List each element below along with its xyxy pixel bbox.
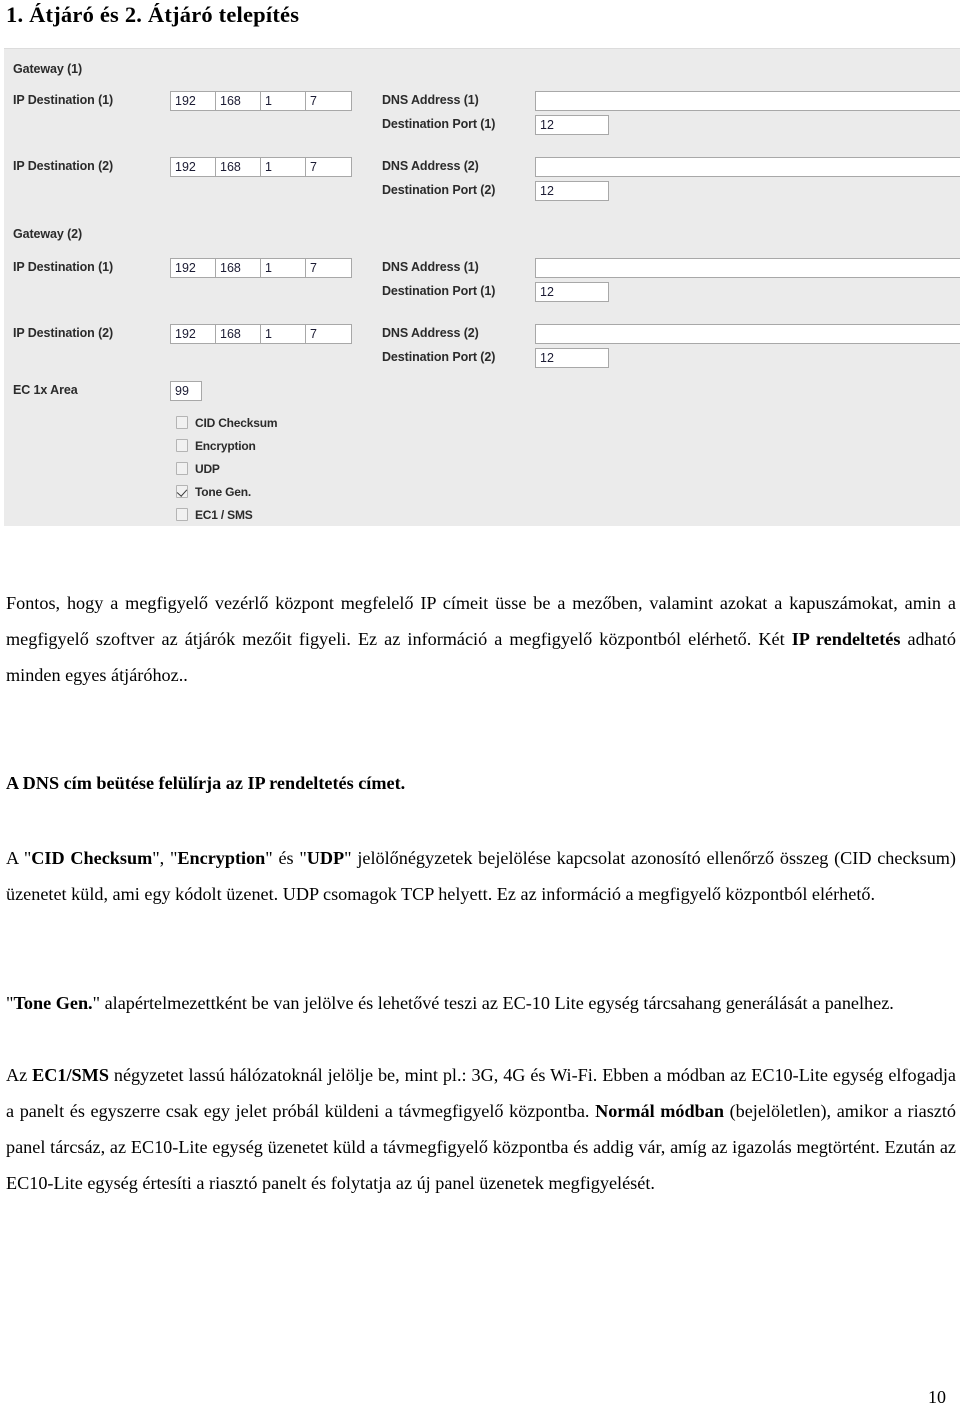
octet-3[interactable]: 1 [261, 158, 306, 176]
ec-1x-area-label: EC 1x Area [13, 383, 78, 397]
octet-4[interactable]: 7 [306, 259, 351, 277]
gateway-config-screenshot: Gateway (1) IP Destination (1) 192 168 1… [4, 48, 960, 526]
p5-bold-normal-mode: Normál módban [595, 1101, 724, 1121]
gateway-1-dns-address-1-label: DNS Address (1) [382, 93, 479, 107]
tone-gen-label: Tone Gen. [195, 484, 251, 499]
gateway-2-dns-address-1-input[interactable] [535, 258, 960, 278]
octet-1[interactable]: 192 [171, 325, 216, 343]
gateway-2-destination-port-1-input[interactable]: 12 [535, 282, 609, 302]
tone-gen-checkbox-icon[interactable] [176, 485, 188, 498]
gateway-2-dns-address-2-input[interactable] [535, 324, 960, 344]
octet-2[interactable]: 168 [216, 92, 261, 110]
gateway-1-dns-address-2-input[interactable] [535, 157, 960, 177]
udp-checkbox-icon[interactable] [176, 462, 188, 475]
gateway-2-group-title: Gateway (2) [13, 227, 83, 241]
octet-2[interactable]: 168 [216, 325, 261, 343]
paragraph-intro-bold-1: IP rendeltetés [791, 629, 901, 649]
gateway-2-ip-destination-2-field[interactable]: 192 168 1 7 [170, 324, 352, 344]
gateway-2-dns-address-1-label: DNS Address (1) [382, 260, 479, 274]
gateway-1-destination-port-1-label: Destination Port (1) [382, 117, 496, 131]
ec-1x-area-input[interactable]: 99 [170, 381, 202, 401]
udp-label: UDP [195, 461, 220, 476]
octet-4[interactable]: 7 [306, 92, 351, 110]
octet-1[interactable]: 192 [171, 259, 216, 277]
octet-3[interactable]: 1 [261, 325, 306, 343]
p5-bold-ec1-sms: EC1/SMS [32, 1065, 109, 1085]
encryption-label: Encryption [195, 438, 256, 453]
checkbox-row-ec1-sms[interactable]: EC1 / SMS [176, 507, 253, 522]
p3-text-1: A " [6, 848, 32, 868]
p3-bold-udp: UDP [306, 848, 345, 868]
gateway-2-destination-port-2-input[interactable]: 12 [535, 348, 609, 368]
ec1-sms-checkbox-icon[interactable] [176, 508, 188, 521]
gateway-1-destination-port-2-input[interactable]: 12 [535, 181, 609, 201]
p3-bold-cid-checksum: CID Checksum [31, 848, 153, 868]
p4-text-2: " alapértelmezettként be van jelölve és … [92, 993, 894, 1013]
gateway-2-dns-address-2-label: DNS Address (2) [382, 326, 479, 340]
paragraph-tone-gen: "Tone Gen." alapértelmezettként be van j… [6, 985, 956, 1021]
gateway-1-dns-address-1-input[interactable] [535, 91, 960, 111]
encryption-checkbox-icon[interactable] [176, 439, 188, 452]
checkbox-row-cid-checksum[interactable]: CID Checksum [176, 415, 277, 430]
p3-text-2: ", " [152, 848, 178, 868]
gateway-1-ip-destination-1-label: IP Destination (1) [13, 93, 114, 107]
page-number: 10 [928, 1387, 946, 1407]
p3-text-3: " és " [265, 848, 307, 868]
cid-checksum-label: CID Checksum [195, 415, 278, 430]
gateway-1-destination-port-2-label: Destination Port (2) [382, 183, 496, 197]
gateway-1-ip-destination-2-label: IP Destination (2) [13, 159, 114, 173]
octet-1[interactable]: 192 [171, 92, 216, 110]
gateway-2-ip-destination-1-field[interactable]: 192 168 1 7 [170, 258, 352, 278]
gateway-1-dns-address-2-label: DNS Address (2) [382, 159, 479, 173]
cid-checksum-checkbox-icon[interactable] [176, 416, 188, 429]
gateway-1-destination-port-1-input[interactable]: 12 [535, 115, 609, 135]
paragraph-dns-note-bold: A DNS cím beütése felülírja az IP rendel… [6, 773, 406, 793]
checkbox-row-udp[interactable]: UDP [176, 461, 220, 476]
octet-3[interactable]: 1 [261, 92, 306, 110]
octet-1[interactable]: 192 [171, 158, 216, 176]
checkbox-row-encryption[interactable]: Encryption [176, 438, 256, 453]
gateway-2-destination-port-2-label: Destination Port (2) [382, 350, 496, 364]
gateway-1-ip-destination-1-field[interactable]: 192 168 1 7 [170, 91, 352, 111]
octet-3[interactable]: 1 [261, 259, 306, 277]
gateway-2-ip-destination-1-label: IP Destination (1) [13, 260, 114, 274]
p3-bold-encryption: Encryption [177, 848, 266, 868]
octet-4[interactable]: 7 [306, 158, 351, 176]
gateway-2-destination-port-1-label: Destination Port (1) [382, 284, 496, 298]
paragraph-intro: Fontos, hogy a megfigyelő vezérlő közpon… [6, 585, 956, 693]
p4-bold-tone-gen: Tone Gen. [13, 993, 93, 1013]
p5-text-1: Az [6, 1065, 33, 1085]
gateway-1-group-title: Gateway (1) [13, 62, 83, 76]
octet-2[interactable]: 168 [216, 259, 261, 277]
paragraph-ec1-sms: Az EC1/SMS négyzetet lassú hálózatoknál … [6, 1057, 956, 1201]
gateway-2-ip-destination-2-label: IP Destination (2) [13, 326, 114, 340]
ec1-sms-label: EC1 / SMS [195, 507, 253, 522]
checkbox-row-tone-gen[interactable]: Tone Gen. [176, 484, 251, 499]
octet-4[interactable]: 7 [306, 325, 351, 343]
gateway-1-ip-destination-2-field[interactable]: 192 168 1 7 [170, 157, 352, 177]
paragraph-dns-note: A DNS cím beütése felülírja az IP rendel… [6, 765, 956, 801]
page-title: 1. Átjáró és 2. Átjáró telepítés [6, 2, 300, 27]
paragraph-checkbox-explanation: A "CID Checksum", "Encryption" és "UDP" … [6, 840, 956, 912]
octet-2[interactable]: 168 [216, 158, 261, 176]
